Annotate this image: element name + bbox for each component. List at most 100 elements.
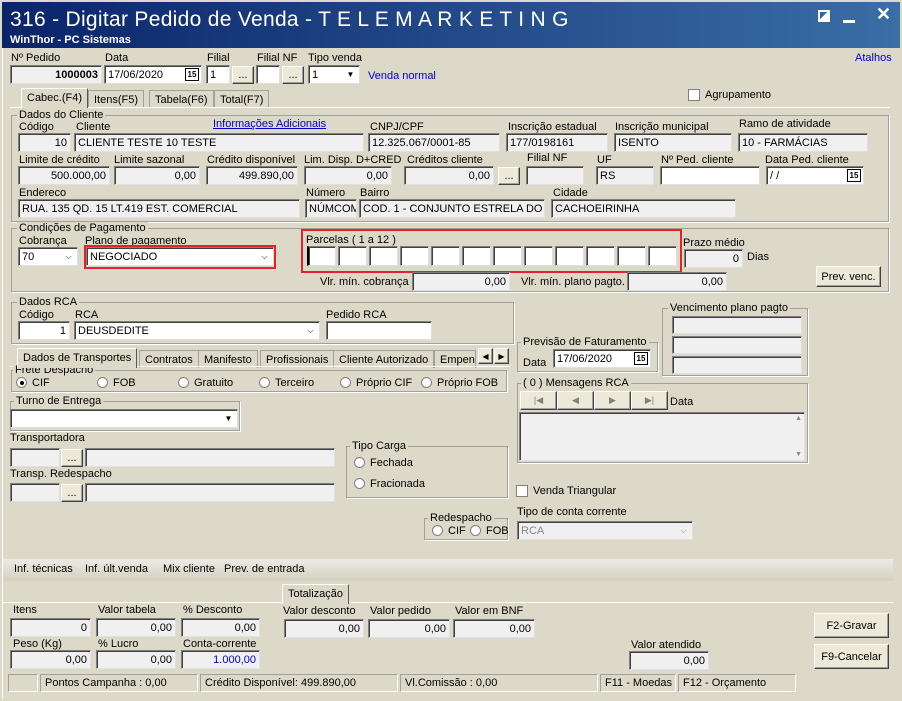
title-bar[interactable]: 316 - Digitar Pedido de Venda - T E L E … [0, 0, 902, 48]
data-field[interactable]: 17/06/2020 15 [104, 65, 202, 84]
carga-fechada-radio[interactable] [354, 457, 365, 468]
sazonal-field[interactable]: 0,00 [114, 166, 200, 185]
msg-prev-icon[interactable]: ◀ [557, 391, 594, 410]
redespacho-nome-field[interactable] [85, 483, 335, 502]
minimize-icon[interactable] [843, 20, 855, 23]
tipo-conta-select[interactable]: RCA ⌵ [517, 521, 693, 540]
im-field[interactable]: ISENTO [614, 133, 732, 152]
frete-proprio-cif-radio[interactable] [340, 377, 351, 388]
mix-cliente-link[interactable]: Mix cliente [163, 563, 215, 575]
prev-entrada-link[interactable]: Prev. de entrada [224, 563, 305, 575]
filial-nf-field[interactable] [256, 65, 280, 84]
redespacho-search-button[interactable]: ... [61, 484, 83, 502]
itens-field[interactable]: 0 [10, 618, 91, 637]
cliente-codigo-field[interactable]: 10 [18, 133, 71, 152]
rca-codigo-field[interactable]: 1 [18, 321, 70, 340]
calendar-icon[interactable]: 15 [847, 169, 861, 182]
totalizacao-tab[interactable]: Totalização [282, 584, 350, 604]
restore-icon[interactable] [818, 10, 830, 22]
valor-pedido-field[interactable]: 0,00 [368, 619, 450, 638]
frete-fob-radio[interactable] [97, 377, 108, 388]
msg-next-icon[interactable]: ▶ [594, 391, 631, 410]
close-icon[interactable]: ✕ [876, 4, 891, 25]
valor-tabela-field[interactable]: 0,00 [96, 618, 176, 637]
ie-field[interactable]: 177/0198161 [506, 133, 608, 152]
frete-terceiro-radio[interactable] [259, 377, 270, 388]
msg-first-icon[interactable]: |◀ [520, 391, 557, 410]
tab-itens[interactable]: Itens(F5) [88, 90, 145, 108]
cred-cli-search-button[interactable]: ... [498, 167, 520, 185]
subtab-transportes[interactable]: Dados de Transportes [17, 348, 138, 368]
cnpj-field[interactable]: 12.325.067/0001-85 [368, 133, 500, 152]
numero-field[interactable]: NÚMCOM [305, 199, 357, 218]
lucro-field[interactable]: 0,00 [96, 650, 176, 669]
valor-desconto-field[interactable]: 0,00 [284, 619, 364, 638]
bairro-field[interactable]: COD. 1 - CONJUNTO ESTRELA DO SU [359, 199, 545, 218]
limdisp-field[interactable]: 0,00 [304, 166, 392, 185]
vencimento-field-2 [672, 336, 802, 354]
msg-textarea[interactable]: ▲ ▼ [519, 412, 805, 461]
tab-cabec[interactable]: Cabec.(F4) [21, 88, 89, 108]
rca-select[interactable]: DEUSDEDITE ⌵ [74, 321, 320, 340]
transportadora-search-button[interactable]: ... [61, 449, 83, 467]
venda-triangular-checkbox[interactable] [516, 485, 528, 497]
conta-corrente-field[interactable]: 1.000,00 [181, 650, 260, 669]
agrupamento-checkbox[interactable] [688, 89, 700, 101]
tab-tabela[interactable]: Tabela(F6) [149, 90, 214, 108]
carga-fracionada-radio[interactable] [354, 478, 365, 489]
cliente-field[interactable]: CLIENTE TESTE 10 TESTE [74, 133, 364, 152]
vmin-cob-field[interactable]: 0,00 [412, 272, 510, 291]
info-adicionais-link[interactable]: Informações Adicionais [213, 118, 326, 130]
frete-cif-radio[interactable] [16, 377, 27, 388]
msg-last-icon[interactable]: ▶| [631, 391, 668, 410]
faturamento-data-field[interactable]: 17/06/2020 15 [553, 349, 651, 368]
prazo-field[interactable]: 0 [684, 249, 743, 268]
tab-scroll-left-icon[interactable]: ◀ [478, 348, 493, 364]
num-pedido-field[interactable]: 1000003 [10, 65, 102, 84]
cidade-field[interactable]: CACHOEIRINHA [551, 199, 736, 218]
frete-gratuito-radio[interactable] [178, 377, 189, 388]
desconto-field[interactable]: 0,00 [181, 618, 260, 637]
peso-field[interactable]: 0,00 [10, 650, 91, 669]
faturamento-title: Previsão de Faturamento [521, 336, 649, 348]
calendar-icon[interactable]: 15 [185, 68, 199, 81]
disp-field[interactable]: 499.890,00 [206, 166, 298, 185]
endereco-field[interactable]: RUA. 135 QD. 15 LT.419 EST. COMERCIAL [18, 199, 300, 218]
inf-tecnicas-link[interactable]: Inf. técnicas [14, 563, 73, 575]
tab-total[interactable]: Total(F7) [214, 90, 270, 108]
pedido-rca-field[interactable] [326, 321, 432, 340]
limite-field[interactable]: 500.000,00 [18, 166, 110, 185]
uf-field[interactable]: RS [596, 166, 654, 185]
valor-bnf-field[interactable]: 0,00 [453, 619, 535, 638]
prev-venc-button[interactable]: Prev. venc. [816, 266, 881, 287]
tab-scroll-right-icon[interactable]: ▶ [494, 348, 509, 364]
redespacho-cif-radio[interactable] [432, 525, 443, 536]
msg-scroll-up-icon[interactable]: ▲ [795, 415, 802, 422]
tipo-venda-select[interactable]: 1 ▼ [308, 65, 360, 84]
cancelar-button[interactable]: F9-Cancelar [814, 644, 889, 669]
data-ped-field[interactable]: / /15 [766, 166, 864, 185]
atalhos-link[interactable]: Atalhos [855, 52, 892, 64]
turno-select[interactable]: ▼ [10, 409, 238, 428]
atendido-field[interactable]: 0,00 [629, 651, 709, 670]
transportadora-codigo-field[interactable] [10, 448, 60, 467]
filial-nf-label: Filial NF [257, 52, 298, 64]
ramo-field[interactable]: 10 - FARMÁCIAS [738, 133, 868, 152]
cobranca-select[interactable]: 70 ⌵ [18, 247, 78, 266]
redespacho-fob-radio[interactable] [470, 525, 481, 536]
filial-field[interactable]: 1 [206, 65, 230, 84]
inf-ult-venda-link[interactable]: Inf. últ.venda [85, 563, 148, 575]
cli-filial-nf-field[interactable] [526, 166, 584, 185]
vmin-plano-field[interactable]: 0,00 [627, 272, 727, 291]
frete-gratuito-label: Gratuito [194, 377, 234, 389]
frete-proprio-fob-radio[interactable] [421, 377, 432, 388]
ped-cli-field[interactable] [660, 166, 760, 185]
redespacho-codigo-field[interactable] [10, 483, 60, 502]
filial-search-button[interactable]: ... [232, 66, 254, 84]
cred-cli-field[interactable]: 0,00 [404, 166, 494, 185]
gravar-button[interactable]: F2-Gravar [814, 613, 889, 638]
msg-scroll-down-icon[interactable]: ▼ [795, 451, 802, 458]
calendar-icon[interactable]: 15 [634, 352, 648, 365]
transportadora-nome-field[interactable] [85, 448, 335, 467]
filial-nf-search-button[interactable]: ... [282, 66, 304, 84]
